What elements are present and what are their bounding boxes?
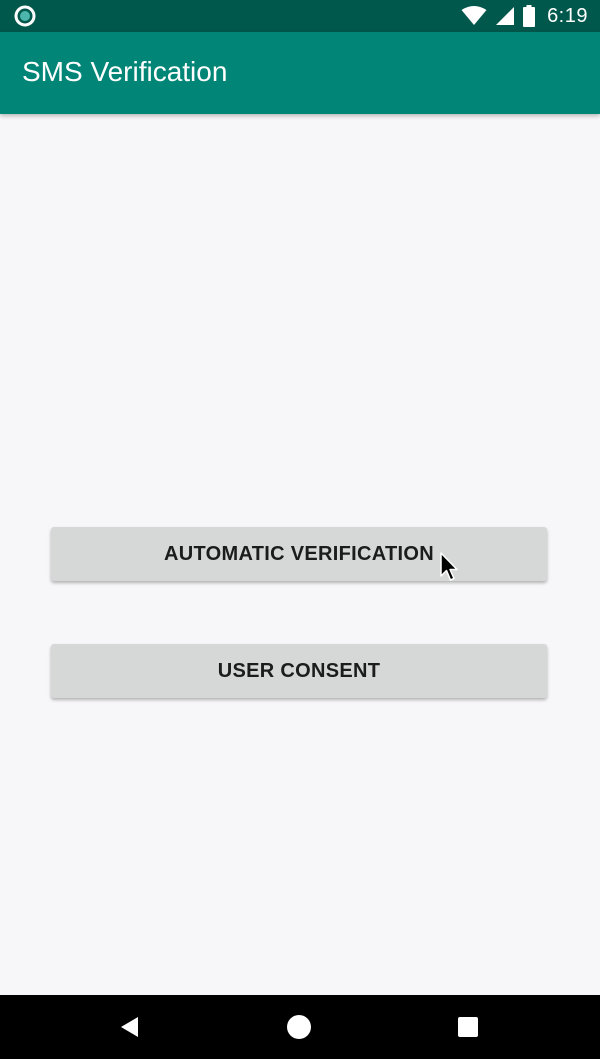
cell-signal-icon bbox=[496, 7, 515, 25]
navigation-bar bbox=[0, 995, 600, 1059]
screen: 6:19 SMS Verification AUTOMATIC VERIFICA… bbox=[0, 0, 600, 1059]
app-title: SMS Verification bbox=[22, 56, 228, 87]
home-icon bbox=[287, 1015, 311, 1039]
home-button[interactable] bbox=[259, 995, 339, 1059]
recents-button[interactable] bbox=[428, 995, 508, 1059]
circle-notification-icon bbox=[14, 5, 36, 27]
status-time: 6:19 bbox=[547, 4, 588, 27]
automatic-verification-button[interactable]: AUTOMATIC VERIFICATION bbox=[51, 527, 547, 581]
back-icon bbox=[121, 1017, 138, 1037]
user-consent-button[interactable]: USER CONSENT bbox=[51, 644, 547, 698]
status-bar: 6:19 bbox=[0, 0, 600, 32]
app-bar: SMS Verification bbox=[0, 32, 600, 114]
battery-icon bbox=[523, 5, 536, 27]
status-icons: 6:19 bbox=[461, 0, 588, 32]
wifi-icon bbox=[461, 6, 487, 25]
back-button[interactable] bbox=[90, 995, 170, 1059]
recents-icon bbox=[458, 1017, 478, 1037]
mouse-pointer-icon bbox=[440, 552, 458, 581]
